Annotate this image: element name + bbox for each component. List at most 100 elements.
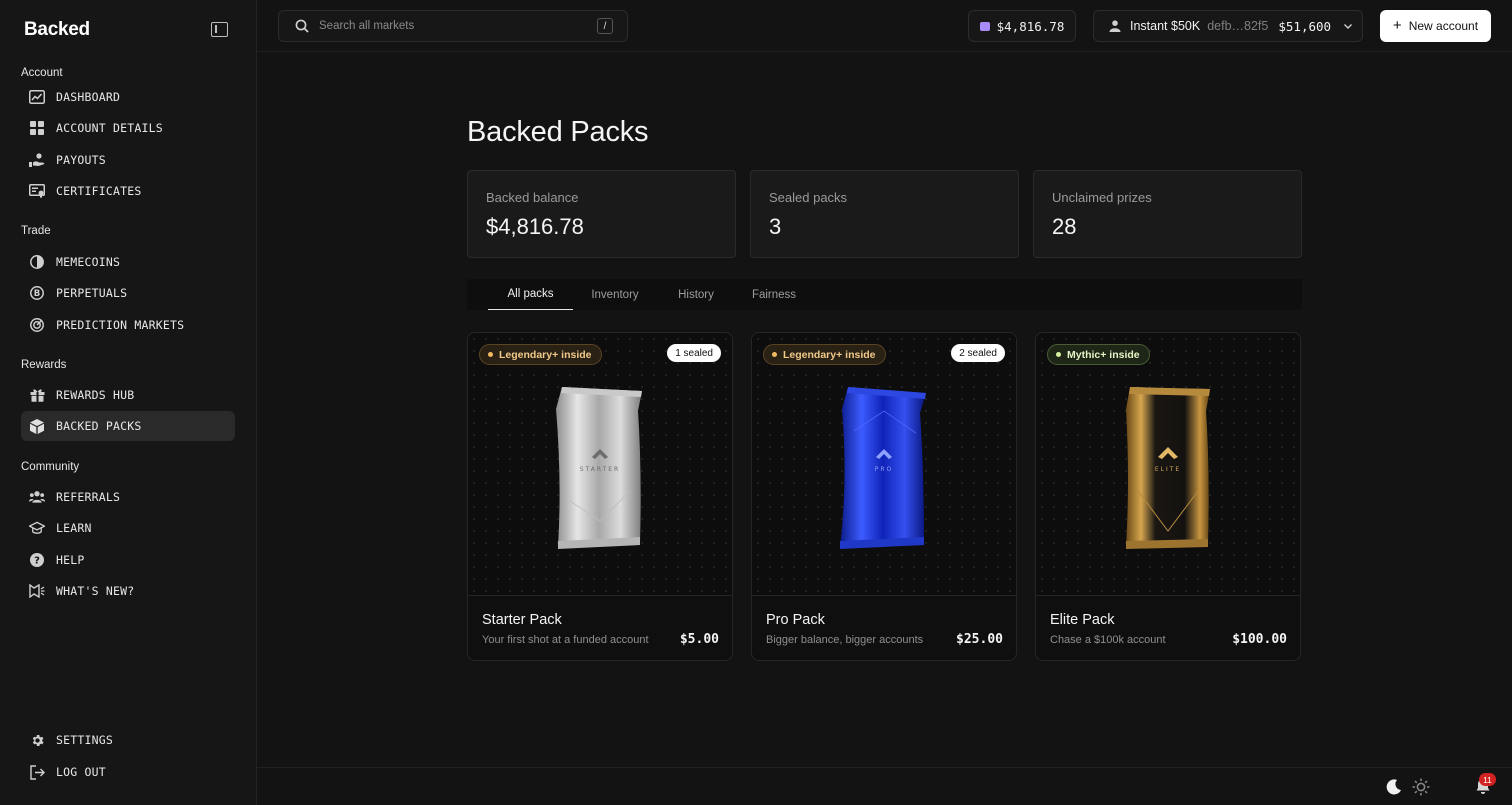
new-account-label: New account — [1408, 19, 1479, 33]
certificate-icon — [29, 183, 45, 199]
sidebar-item-learn[interactable]: LEARN — [21, 513, 235, 543]
svg-text:B: B — [34, 289, 40, 299]
sidebar-item-label: PERPETUALS — [56, 286, 128, 300]
plus-icon: + — [1392, 17, 1402, 34]
gift-icon — [29, 387, 45, 403]
pro-pack-image: PRO — [840, 387, 926, 549]
sun-icon[interactable] — [1412, 778, 1430, 796]
box-icon — [29, 418, 45, 434]
tab-fairness[interactable]: Fairness — [745, 279, 803, 310]
grid-icon — [29, 120, 45, 136]
sidebar-toggle-icon[interactable] — [211, 22, 228, 37]
sidebar-item-memecoins[interactable]: MEMECOINS — [21, 247, 235, 277]
pack-art: Mythic+ inside ELITE — [1036, 333, 1300, 596]
sidebar-item-certificates[interactable]: CERTIFICATES — [21, 176, 235, 206]
logo[interactable]: Backed — [24, 19, 90, 41]
tab-history[interactable]: History — [669, 279, 723, 310]
wallet-icon — [979, 21, 990, 31]
section-rewards: Rewards — [21, 359, 67, 371]
pack-description: Your first shot at a funded account — [482, 634, 649, 646]
bitcoin-icon: B — [29, 285, 45, 301]
sidebar-item-label: PAYOUTS — [56, 153, 106, 167]
stat-label: Sealed packs — [769, 190, 848, 205]
sidebar-item-referrals[interactable]: REFERRALS — [21, 482, 235, 512]
search-bar[interactable]: / — [278, 10, 628, 42]
sidebar-item-label: REWARDS HUB — [56, 388, 135, 402]
users-icon — [29, 489, 45, 505]
new-account-button[interactable]: + New account — [1380, 10, 1491, 42]
elite-pack-image: ELITE — [1126, 387, 1210, 549]
top-header: / $4,816.78 Instant $50K defb…82f5 $51,6… — [257, 0, 1512, 52]
stat-backed-balance: Backed balance $4,816.78 — [467, 170, 736, 258]
sidebar-item-rewards-hub[interactable]: REWARDS HUB — [21, 380, 235, 410]
sidebar-item-label: BACKED PACKS — [56, 419, 142, 433]
badge-label: Legendary+ inside — [783, 348, 876, 361]
stat-sealed-packs: Sealed packs 3 — [750, 170, 1019, 258]
sealed-count-badge: 2 sealed — [951, 344, 1005, 362]
sidebar-item-perpetuals[interactable]: B PERPETUALS — [21, 278, 235, 308]
hand-coin-icon — [29, 152, 45, 168]
starter-pack-image: STARTER — [556, 387, 642, 549]
sealed-count-badge: 1 sealed — [667, 344, 721, 362]
moon-icon[interactable] — [1385, 778, 1403, 796]
sidebar-item-label: HELP — [56, 553, 85, 567]
sidebar-item-log-out[interactable]: LOG OUT — [21, 757, 235, 787]
sidebar-item-payouts[interactable]: PAYOUTS — [21, 145, 235, 175]
pack-word: PRO — [875, 466, 894, 473]
sidebar-item-label: CERTIFICATES — [56, 184, 142, 198]
pack-card-starter[interactable]: Legendary+ inside 1 sealed STARTER Start… — [467, 332, 733, 661]
tab-all-packs[interactable]: All packs — [488, 279, 573, 310]
pack-art: Legendary+ inside 1 sealed STARTER — [468, 333, 732, 596]
rarity-badge: Mythic+ inside — [1047, 344, 1150, 365]
dot-icon — [488, 352, 493, 357]
stat-label: Unclaimed prizes — [1052, 190, 1152, 205]
sidebar-item-label: LEARN — [56, 521, 92, 535]
stat-unclaimed-prizes: Unclaimed prizes 28 — [1033, 170, 1302, 258]
pack-name: Elite Pack — [1050, 612, 1115, 628]
graduation-cap-icon — [29, 520, 45, 536]
gear-icon — [29, 732, 45, 748]
pack-price: $25.00 — [956, 632, 1003, 647]
pack-name: Pro Pack — [766, 612, 825, 628]
pack-card-pro[interactable]: Legendary+ inside 2 sealed PRO Pro Pack … — [751, 332, 1017, 661]
sidebar-item-account-details[interactable]: ACCOUNT DETAILS — [21, 113, 235, 143]
pack-card-elite[interactable]: Mythic+ inside ELITE Elite Pack Chase a … — [1035, 332, 1301, 661]
pack-price: $5.00 — [679, 632, 719, 647]
search-input[interactable] — [319, 20, 597, 32]
search-shortcut-key: / — [597, 18, 613, 34]
sidebar-item-label: DASHBOARD — [56, 90, 121, 104]
sidebar-item-prediction-markets[interactable]: PREDICTION MARKETS — [21, 310, 235, 340]
account-selector[interactable]: Instant $50K defb…82f5 $51,600 — [1093, 10, 1363, 42]
sidebar-item-label: ACCOUNT DETAILS — [56, 121, 163, 135]
notification-count-badge: 11 — [1479, 773, 1496, 786]
pack-word: STARTER — [580, 466, 620, 473]
rarity-badge: Legendary+ inside — [479, 344, 602, 365]
sidebar-item-label: WHAT'S NEW? — [56, 584, 135, 598]
stat-value: $4,816.78 — [486, 214, 584, 239]
tab-inventory[interactable]: Inventory — [583, 279, 647, 310]
pack-word: ELITE — [1155, 466, 1181, 473]
sidebar-item-whats-new[interactable]: WHAT'S NEW? — [21, 576, 235, 606]
tab-bar: All packs Inventory History Fairness — [467, 279, 1302, 310]
section-account: Account — [21, 67, 63, 79]
gauge-icon — [29, 317, 45, 333]
section-trade: Trade — [21, 225, 51, 237]
header-balance: $4,816.78 — [996, 18, 1065, 34]
sidebar-item-backed-packs[interactable]: BACKED PACKS — [21, 411, 235, 441]
sidebar-item-label: PREDICTION MARKETS — [56, 318, 185, 332]
balance-pill[interactable]: $4,816.78 — [968, 10, 1076, 42]
account-id: defb…82f5 — [1207, 19, 1269, 33]
dot-icon — [1056, 352, 1061, 357]
badge-label: Legendary+ inside — [499, 348, 592, 361]
pack-price: $100.00 — [1232, 632, 1287, 647]
stat-label: Backed balance — [486, 190, 579, 205]
sidebar-item-label: REFERRALS — [56, 490, 121, 504]
pack-art: Legendary+ inside 2 sealed PRO — [752, 333, 1016, 596]
sidebar-item-dashboard[interactable]: DASHBOARD — [21, 82, 235, 112]
footer-bar: 11 — [257, 767, 1512, 805]
sidebar-item-settings[interactable]: SETTINGS — [21, 725, 235, 755]
sidebar-item-help[interactable]: ? HELP — [21, 545, 235, 575]
svg-text:?: ? — [34, 556, 40, 567]
search-icon — [295, 19, 309, 33]
pack-description: Chase a $100k account — [1050, 634, 1166, 646]
